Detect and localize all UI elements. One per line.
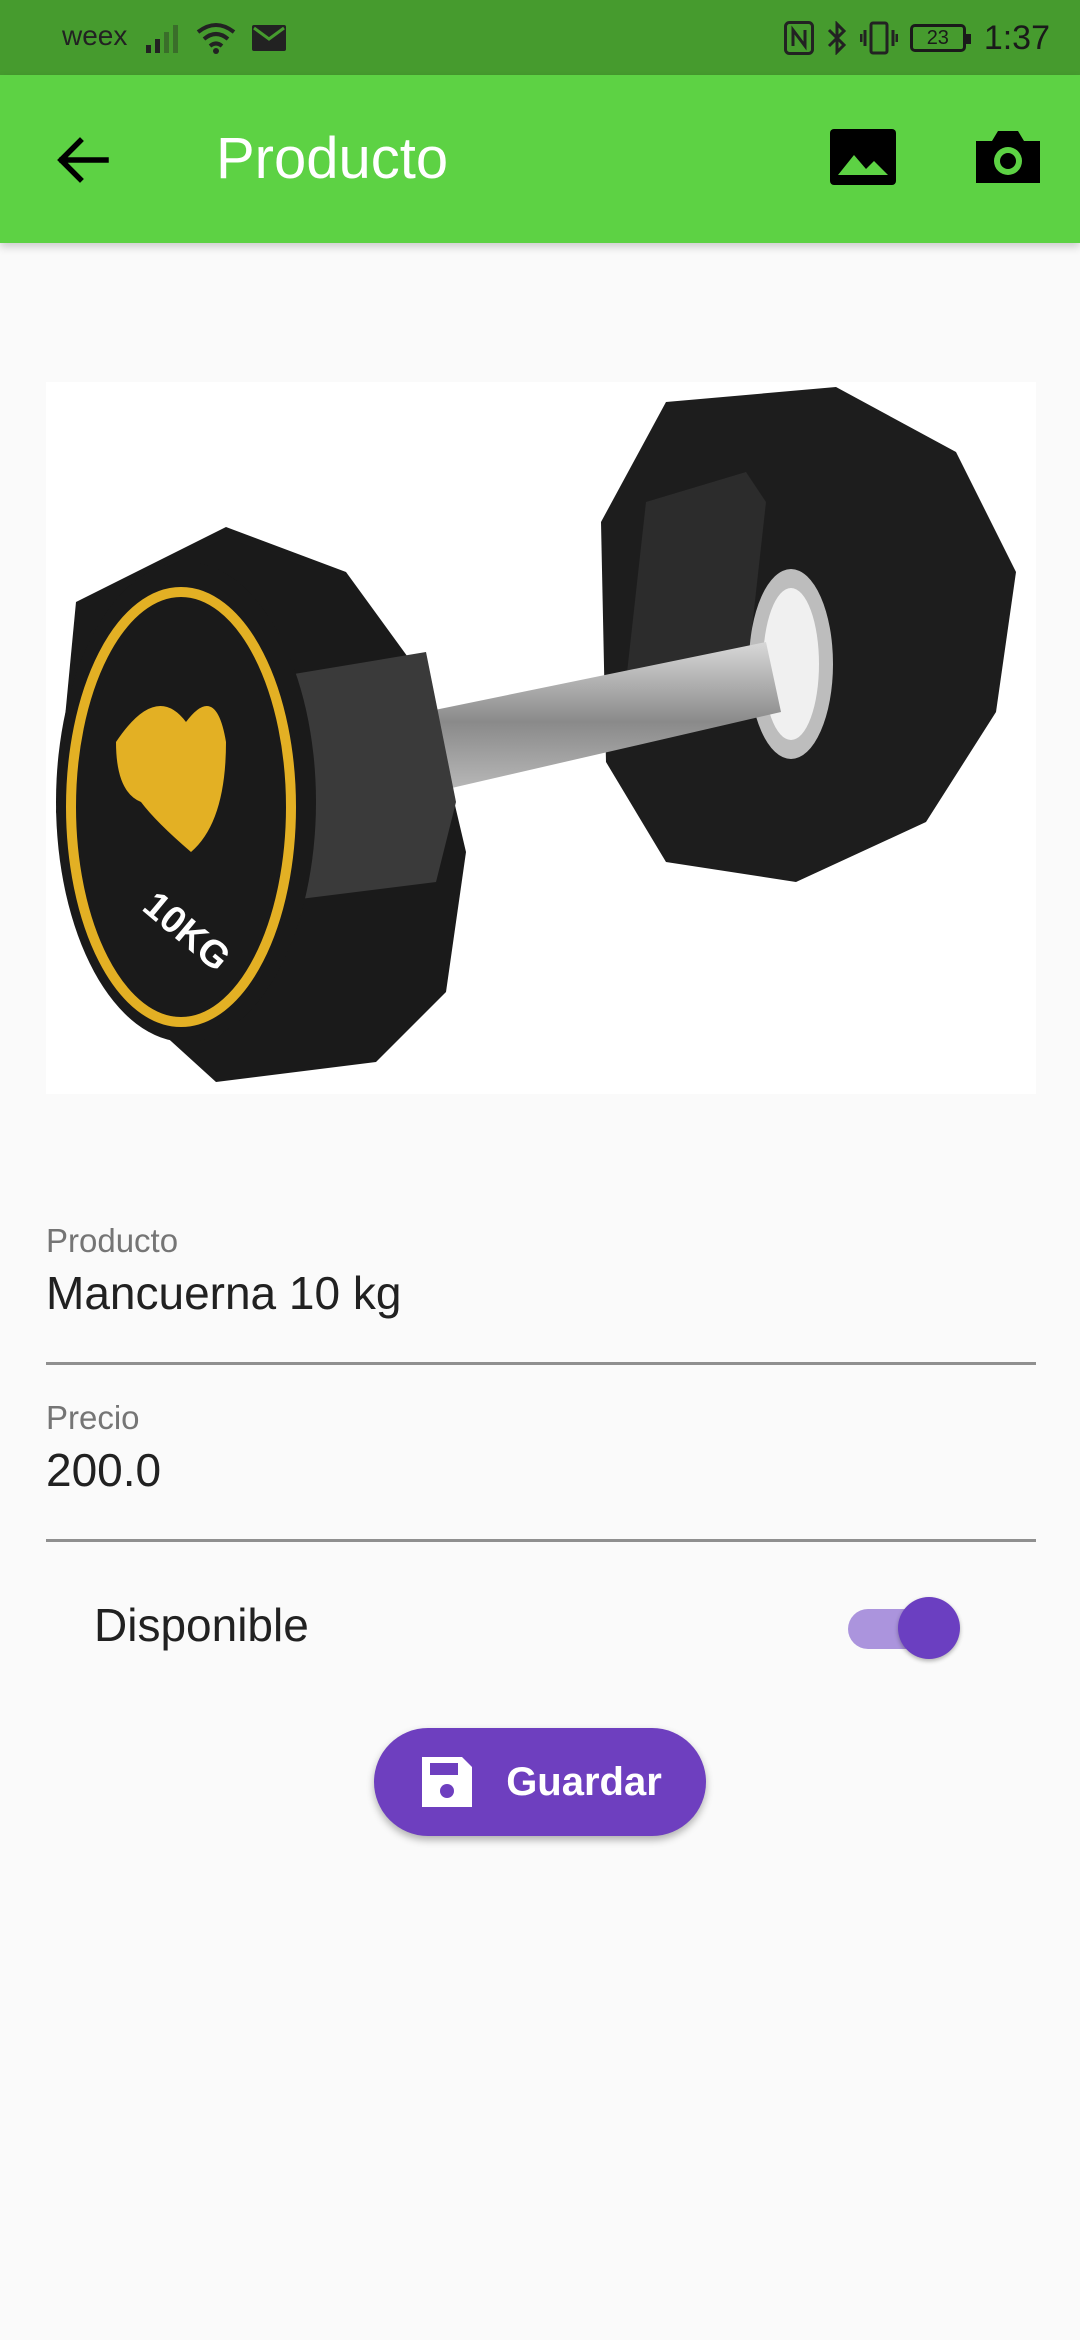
nfc-icon [783,21,814,55]
producto-field[interactable]: Producto Mancuerna 10 kg [46,1222,1036,1365]
product-image[interactable]: 10KG [46,382,1036,1094]
battery-icon: 23 [909,24,971,52]
status-bar: weex 23 1:37 [0,0,1080,75]
producto-input[interactable]: Mancuerna 10 kg [46,1266,1036,1320]
save-button-label: Guardar [506,1759,662,1804]
mail-icon [252,25,286,51]
producto-underline [46,1362,1036,1365]
status-time: 1:37 [983,18,1050,57]
arrow-back-icon [57,137,109,183]
wifi-icon [196,23,236,54]
precio-label: Precio [46,1399,140,1436]
status-icons-right: 23 1:37 [783,16,1050,60]
gallery-button[interactable] [828,121,900,193]
back-button[interactable] [48,125,118,195]
image-icon [830,129,896,185]
vibrate-icon [859,21,898,55]
status-icons-left [146,18,286,58]
camera-button[interactable] [972,121,1044,193]
precio-field[interactable]: Precio 200.0 [46,1399,1036,1542]
bluetooth-icon [827,21,846,55]
precio-underline [46,1539,1036,1542]
producto-label: Producto [46,1222,179,1259]
dumbbell-illustration: 10KG [56,387,1016,1082]
disponible-row[interactable]: Disponible [46,1580,1036,1670]
camera-icon [976,131,1040,183]
signal-icon [146,25,178,53]
app-bar: Producto [0,75,1080,243]
disponible-label: Disponible [94,1599,309,1651]
save-button[interactable]: Guardar [374,1728,706,1836]
precio-input[interactable]: 200.0 [46,1443,1036,1497]
page-title: Producto [216,126,449,191]
disponible-switch-thumb[interactable] [898,1597,960,1659]
carrier-name: weex [62,20,128,51]
save-icon [422,1757,473,1807]
